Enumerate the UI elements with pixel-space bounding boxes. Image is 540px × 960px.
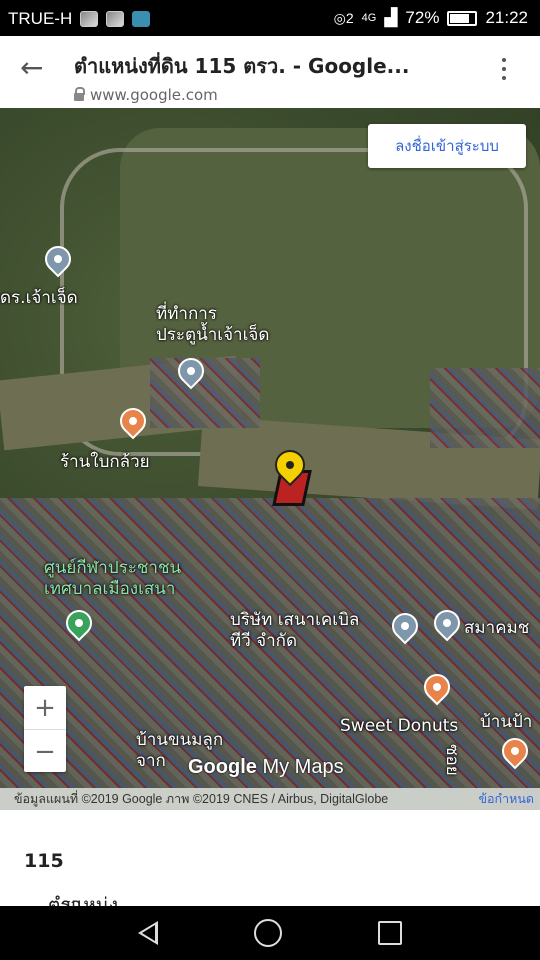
nav-home-icon[interactable] — [254, 919, 282, 947]
overflow-menu-icon[interactable] — [502, 58, 506, 80]
url-text: www.google.com — [90, 86, 218, 104]
battery-percent: 72% — [405, 8, 440, 27]
place-label: ที่ทำการ ประตูน้ำเจ้าเจ็ด — [156, 304, 270, 345]
map-view[interactable]: ลงชื่อเข้าสู่ระบบ ดร.เจ้าเจ็ด ที่ทำการ ป… — [0, 108, 540, 810]
caption-text: ตำแหน่งที่ดิน 115 ตรว. — [24, 850, 119, 946]
browser-toolbar: ← ตำแหน่งที่ดิน 115 ตรว. - Google... www… — [0, 36, 540, 108]
place-label: ดร.เจ้าเจ็ด — [0, 288, 78, 308]
map-attribution: ข้อมูลแผนที่ ©2019 Google ภาพ ©2019 CNES… — [0, 788, 540, 810]
page-title: ตำแหน่งที่ดิน 115 ตรว. - Google... — [74, 54, 410, 78]
network-label: 4G — [361, 12, 377, 24]
battery-icon — [447, 10, 478, 26]
place-label: บ้านป้า — [480, 712, 533, 732]
zoom-out-button[interactable]: − — [24, 730, 66, 773]
zoom-control: + − — [24, 686, 66, 772]
place-label: สมาคมช — [464, 618, 530, 638]
place-label: Sweet Donuts — [340, 716, 459, 736]
avatar-icon — [106, 11, 125, 27]
zoom-in-button[interactable]: + — [24, 686, 66, 729]
google-mymaps-logo: Google My Maps — [188, 756, 344, 778]
place-label: ศูนย์กีฬาประชาชน เทศบาลเมืองเสนา — [44, 558, 182, 599]
map-caption: ตำแหน่งที่ดิน 115 ตรว. — [0, 810, 540, 946]
download-icon — [132, 11, 151, 27]
street-label: ซอย — [442, 744, 462, 776]
back-arrow-icon[interactable]: ← — [20, 54, 43, 82]
nav-recents-icon[interactable] — [378, 921, 402, 945]
signin-button[interactable]: ลงชื่อเข้าสู่ระบบ — [368, 124, 526, 168]
nav-back-icon[interactable] — [138, 921, 158, 945]
place-label: ร้านใบกล้วย — [60, 452, 150, 472]
sim-icon: ◎2 — [333, 9, 354, 26]
url-bar[interactable]: www.google.com — [74, 86, 218, 104]
place-label: บริษัท เสนาเคเบิล ทีวี จำกัด — [230, 610, 360, 651]
attribution-text: ข้อมูลแผนที่ ©2019 Google ภาพ ©2019 CNES… — [14, 792, 389, 806]
clock: 21:22 — [485, 8, 528, 27]
system-nav-bar — [0, 906, 540, 960]
lock-icon — [74, 87, 85, 101]
map-town — [150, 358, 260, 428]
signal-icon: ▟ — [384, 8, 398, 27]
photo-icon — [80, 11, 99, 27]
status-bar: TRUE-H ◎2 4G ▟ 72% 21:22 — [0, 0, 540, 36]
map-town — [430, 368, 540, 448]
terms-link[interactable]: ข้อกำหนด — [478, 789, 540, 809]
carrier-label: TRUE-H — [8, 9, 73, 28]
